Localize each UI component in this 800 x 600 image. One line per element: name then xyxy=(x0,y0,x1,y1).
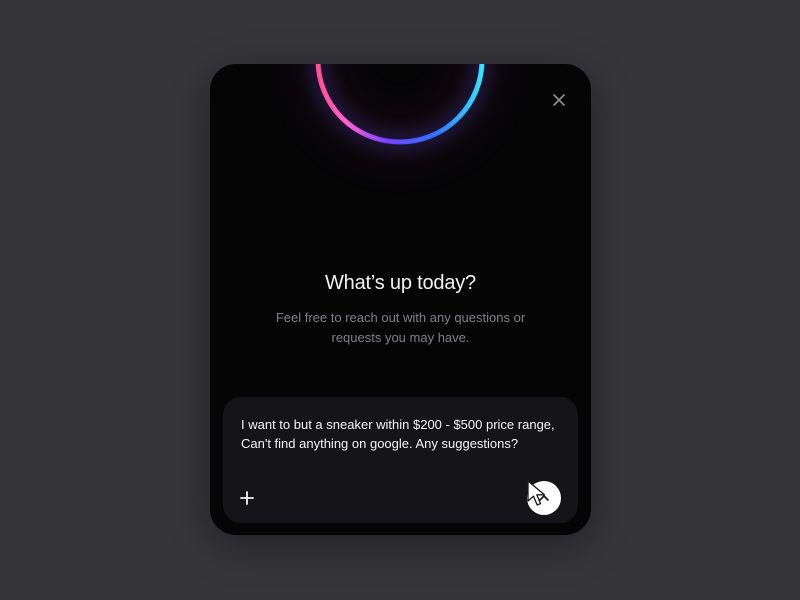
plus-icon xyxy=(240,491,254,505)
halo-container xyxy=(210,64,591,284)
dialog-title: What’s up today? xyxy=(325,272,476,294)
close-icon xyxy=(553,94,565,106)
close-button[interactable] xyxy=(547,88,571,112)
message-composer: I want to but a sneaker within $200 - $5… xyxy=(223,397,578,523)
send-button[interactable] xyxy=(527,481,561,515)
chat-modal: What’s up today? Feel free to reach out … xyxy=(210,64,591,535)
chevron-up-icon xyxy=(539,495,549,501)
attach-button[interactable] xyxy=(238,489,256,507)
halo-ring-graphic xyxy=(315,64,485,145)
halo-ring xyxy=(309,64,491,151)
dialog-subtitle: Feel free to reach out with any question… xyxy=(275,310,526,345)
message-input[interactable]: I want to but a sneaker within $200 - $5… xyxy=(241,415,559,459)
